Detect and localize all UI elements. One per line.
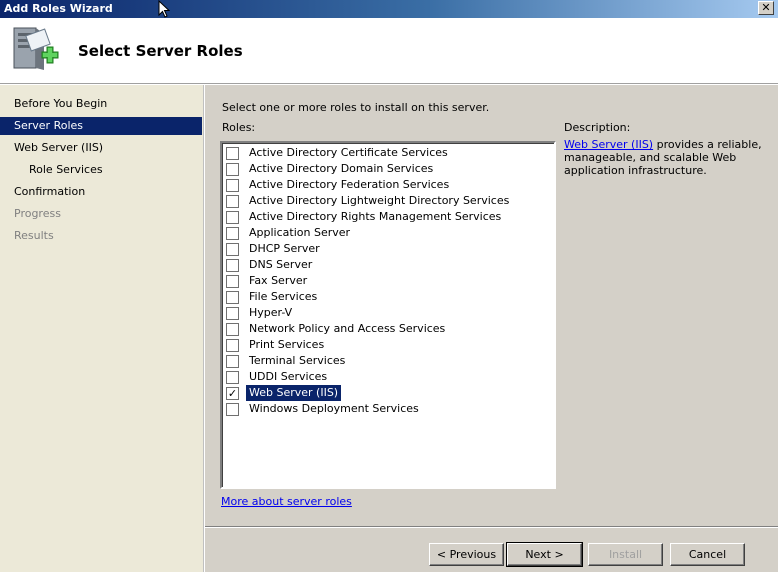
window-title-bar[interactable]: Add Roles Wizard ✕ <box>0 0 778 18</box>
role-checkbox[interactable] <box>226 227 239 240</box>
sidebar-item-before-you-begin[interactable]: Before You Begin <box>0 95 202 113</box>
next-button[interactable]: Next > <box>506 542 583 567</box>
role-label: Print Services <box>249 338 325 351</box>
sidebar-item-results: Results <box>14 229 54 242</box>
description-label: Description: <box>564 121 631 134</box>
role-checkbox[interactable] <box>226 179 239 192</box>
previous-button[interactable]: < Previous <box>429 543 504 566</box>
role-label: Application Server <box>249 226 351 239</box>
role-label: Active Directory Federation Services <box>249 178 450 191</box>
sidebar-item-progress: Progress <box>14 207 61 220</box>
install-button: Install <box>588 543 663 566</box>
wizard-steps-sidebar: Before You Begin Server Roles Web Server… <box>0 85 204 572</box>
wizard-content: Select one or more roles to install on t… <box>205 85 778 572</box>
role-checkbox[interactable] <box>226 355 239 368</box>
description-text: Web Server (IIS) provides a reliable, ma… <box>564 138 769 177</box>
role-checkbox[interactable] <box>226 259 239 272</box>
description-link[interactable]: Web Server (IIS) <box>564 138 653 151</box>
role-label: Fax Server <box>249 274 308 287</box>
role-checkbox[interactable] <box>226 339 239 352</box>
role-checkbox[interactable] <box>226 307 239 320</box>
sidebar-item-role-services[interactable]: Role Services <box>0 161 202 179</box>
role-checkbox[interactable] <box>226 371 239 384</box>
role-checkbox[interactable] <box>226 243 239 256</box>
role-checkbox[interactable] <box>226 403 239 416</box>
close-icon: ✕ <box>761 1 771 14</box>
sidebar-item-server-roles[interactable]: Server Roles <box>0 117 202 135</box>
role-checkbox[interactable] <box>226 195 239 208</box>
page-title: Select Server Roles <box>78 42 243 60</box>
role-label: Active Directory Lightweight Directory S… <box>249 194 510 207</box>
role-checkbox[interactable] <box>226 163 239 176</box>
role-label: Hyper-V <box>249 306 293 319</box>
cancel-button[interactable]: Cancel <box>670 543 745 566</box>
role-label: Network Policy and Access Services <box>249 322 446 335</box>
server-add-role-icon <box>13 27 59 70</box>
close-window-button[interactable]: ✕ <box>758 1 774 15</box>
role-checkbox[interactable] <box>226 291 239 304</box>
role-label: Web Server (IIS) <box>246 385 342 401</box>
role-checkbox-checked[interactable]: ✓ <box>226 387 239 400</box>
checkmark-icon: ✓ <box>227 387 238 400</box>
role-checkbox[interactable] <box>226 211 239 224</box>
role-label: Terminal Services <box>249 354 346 367</box>
role-checkbox[interactable] <box>226 147 239 160</box>
window-title: Add Roles Wizard <box>4 2 113 15</box>
role-checkbox[interactable] <box>226 323 239 336</box>
sidebar-item-web-server-iis[interactable]: Web Server (IIS) <box>0 139 202 157</box>
role-label: Active Directory Domain Services <box>249 162 434 175</box>
role-label: DNS Server <box>249 258 313 271</box>
mouse-pointer-icon <box>158 0 170 18</box>
more-about-server-roles-link[interactable]: More about server roles <box>221 495 352 508</box>
role-label: Active Directory Certificate Services <box>249 146 448 159</box>
roles-label: Roles: <box>222 121 256 134</box>
role-label: File Services <box>249 290 318 303</box>
wizard-header: Select Server Roles <box>0 18 778 84</box>
button-divider <box>205 526 778 528</box>
role-label: DHCP Server <box>249 242 320 255</box>
role-label: Active Directory Rights Management Servi… <box>249 210 502 223</box>
sidebar-item-confirmation[interactable]: Confirmation <box>0 183 202 201</box>
role-label: UDDI Services <box>249 370 328 383</box>
instruction-text: Select one or more roles to install on t… <box>222 101 490 114</box>
role-label: Windows Deployment Services <box>249 402 419 415</box>
role-checkbox[interactable] <box>226 275 239 288</box>
roles-list[interactable]: Active Directory Certificate Services Ac… <box>220 141 556 489</box>
